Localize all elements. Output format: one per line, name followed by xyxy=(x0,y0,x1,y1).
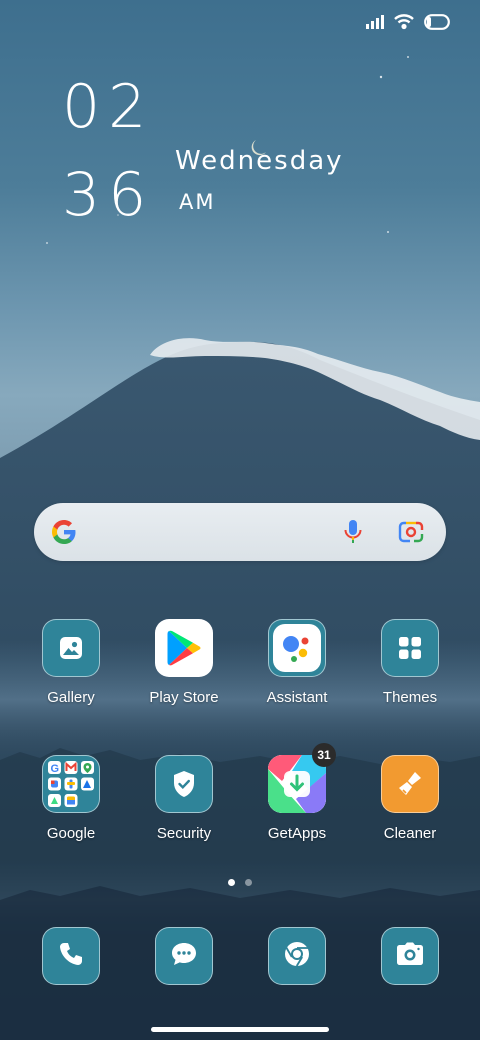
page-indicator[interactable] xyxy=(228,879,252,886)
app-themes[interactable]: Themes xyxy=(355,619,465,706)
mic-icon[interactable] xyxy=(343,519,363,550)
shield-icon xyxy=(155,755,213,813)
app-label: Security xyxy=(156,825,212,842)
clock-ampm: AM xyxy=(179,190,216,214)
app-label: Assistant xyxy=(266,689,328,706)
camera-icon xyxy=(395,941,425,972)
app-label: GetApps xyxy=(267,825,327,842)
app-label: Cleaner xyxy=(383,825,437,842)
clock-minute[interactable]: 36 xyxy=(62,160,154,230)
svg-text:G: G xyxy=(51,763,60,775)
messages-icon xyxy=(169,940,199,973)
wifi-icon xyxy=(394,14,414,35)
page-dot-active[interactable] xyxy=(228,879,235,886)
dock-phone[interactable] xyxy=(42,927,100,985)
app-label: Gallery xyxy=(47,689,95,706)
notification-badge: 31 xyxy=(312,743,336,767)
themes-icon xyxy=(381,619,439,677)
phone-icon xyxy=(57,940,85,973)
app-cleaner[interactable]: Cleaner xyxy=(355,755,465,842)
dock-chrome[interactable] xyxy=(268,927,326,985)
battery-icon xyxy=(424,14,450,35)
home-gesture-bar[interactable] xyxy=(151,1027,329,1032)
app-gallery[interactable]: Gallery xyxy=(16,619,126,706)
app-play-store[interactable]: Play Store xyxy=(129,619,239,706)
app-label: Play Store xyxy=(149,689,219,706)
google-folder-icon: G xyxy=(42,755,100,813)
google-search-bar[interactable] xyxy=(34,503,446,561)
app-label: Themes xyxy=(382,689,438,706)
gallery-icon xyxy=(42,619,100,677)
clock-hour[interactable]: 02 xyxy=(62,72,154,142)
app-assistant[interactable]: Assistant xyxy=(242,619,352,706)
chrome-icon xyxy=(282,939,312,974)
page-dot[interactable] xyxy=(245,879,252,886)
assistant-icon xyxy=(268,619,326,677)
status-bar xyxy=(366,14,450,35)
app-getapps[interactable]: 31 GetApps xyxy=(242,743,352,842)
play-store-icon xyxy=(155,619,213,677)
dock-messages[interactable] xyxy=(155,927,213,985)
getapps-icon: 31 xyxy=(268,743,336,813)
dock-camera[interactable] xyxy=(381,927,439,985)
cleaner-icon xyxy=(381,755,439,813)
app-security[interactable]: Security xyxy=(129,755,239,842)
clock-weekday: Wednesday xyxy=(175,146,344,176)
signal-icon xyxy=(366,15,384,34)
google-lens-icon[interactable] xyxy=(398,520,424,549)
app-label: Google xyxy=(46,825,96,842)
folder-google[interactable]: G Google xyxy=(16,755,126,842)
google-g-icon xyxy=(50,518,78,551)
